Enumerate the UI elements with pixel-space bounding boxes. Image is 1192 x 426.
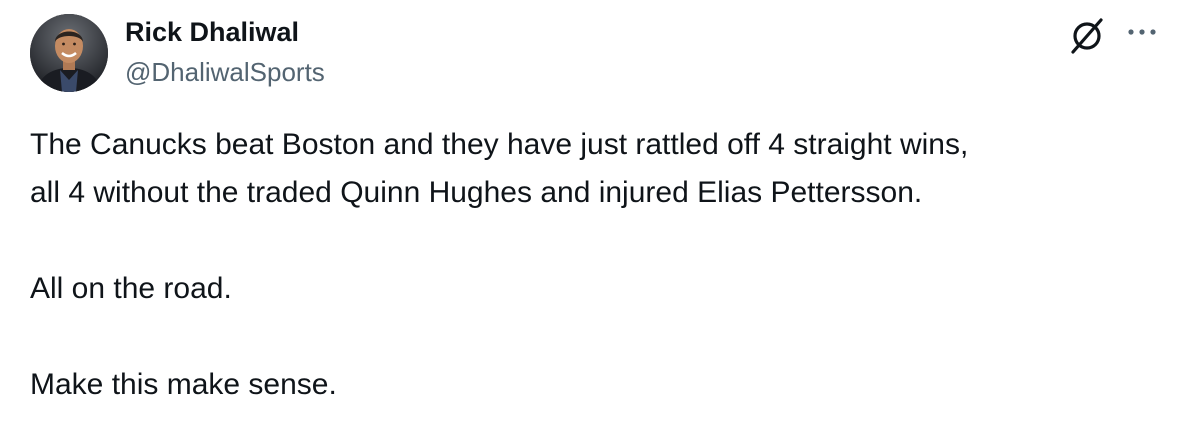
author-handle[interactable]: @DhaliwalSports [125, 56, 325, 88]
tweet-card: Rick Dhaliwal @DhaliwalSports The Canuck… [0, 0, 1192, 426]
profile-photo-icon [30, 14, 108, 92]
grok-icon[interactable] [1068, 17, 1106, 55]
more-options-icon[interactable] [1125, 22, 1159, 42]
author-display-name[interactable]: Rick Dhaliwal [125, 16, 299, 48]
tweet-line: Make this make sense. [30, 368, 337, 401]
tweet-text: The Canucks beat Boston and they have ju… [30, 121, 1170, 409]
tweet-line: all 4 without the traded Quinn Hughes an… [30, 176, 923, 209]
avatar[interactable] [30, 14, 108, 92]
tweet-line: All on the road. [30, 272, 232, 305]
tweet-line: The Canucks beat Boston and they have ju… [30, 128, 969, 161]
